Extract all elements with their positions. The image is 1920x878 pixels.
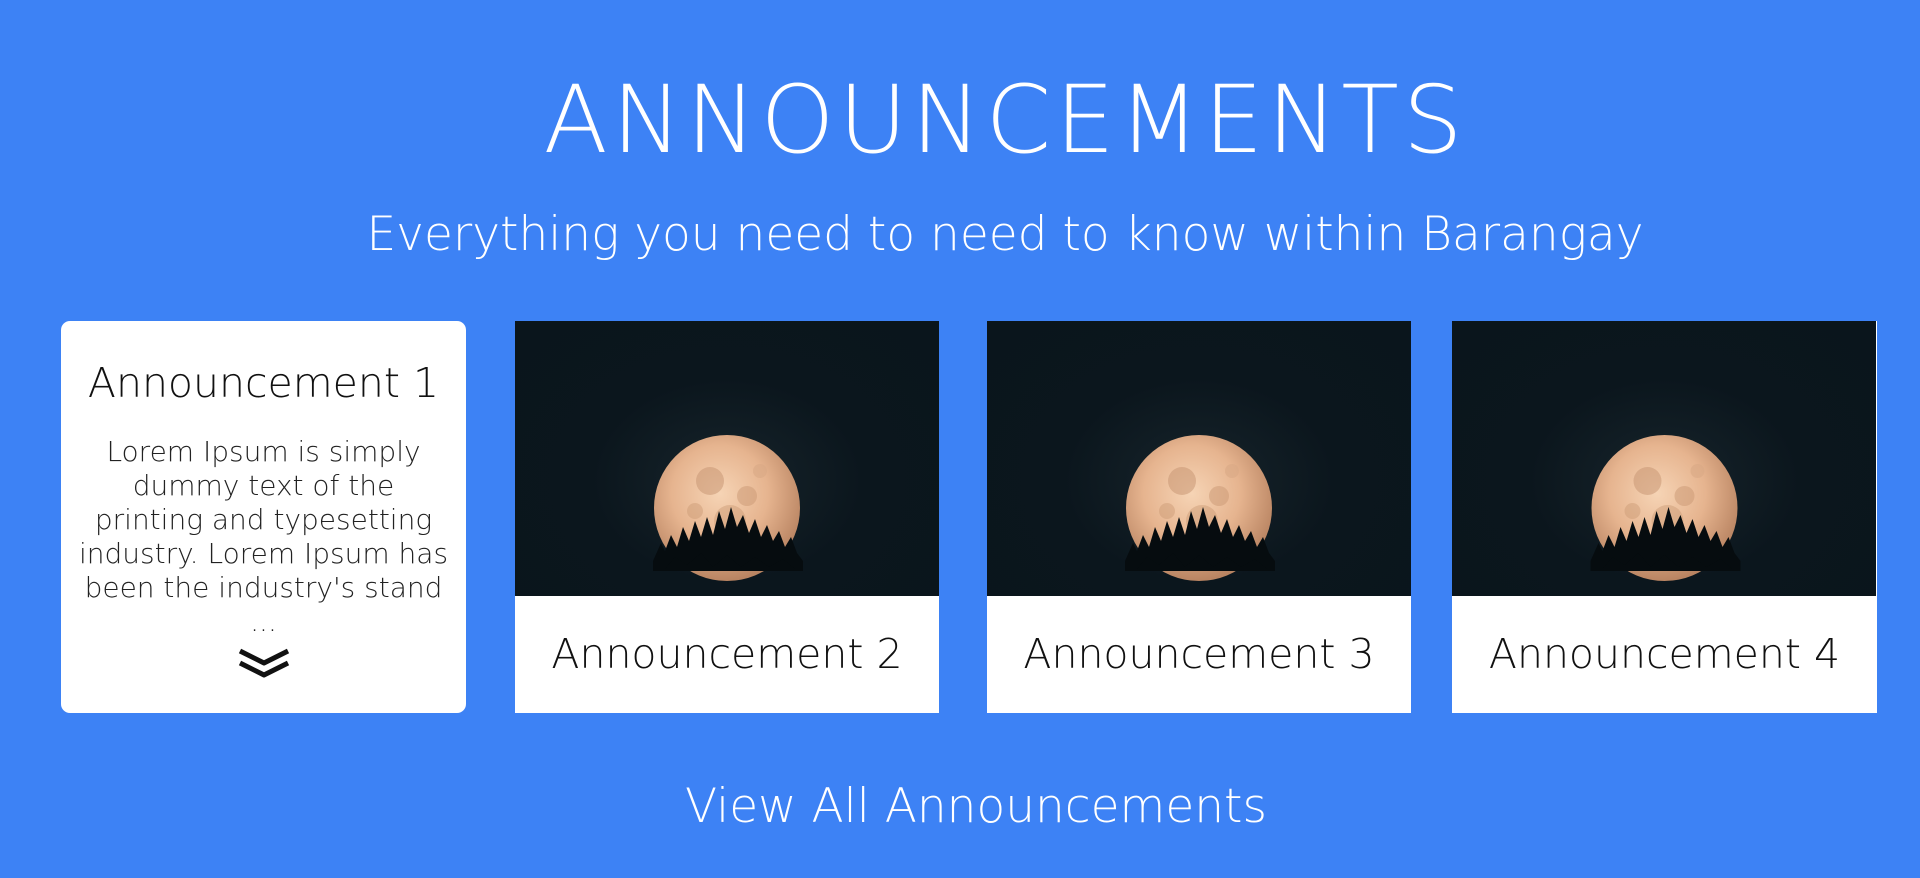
- moon-over-trees-image: [515, 321, 939, 596]
- page-title: ANNOUNCEMENTS: [543, 66, 1467, 175]
- announcement-card-1[interactable]: Announcement 1 Lorem Ipsum is simply dum…: [61, 321, 466, 713]
- view-all-announcements-link[interactable]: View All Announcements: [0, 775, 1920, 839]
- announcement-card-3[interactable]: Announcement 3: [987, 321, 1411, 713]
- announcement-title: Announcement 2: [551, 630, 903, 678]
- announcement-card-2[interactable]: Announcement 2: [515, 321, 939, 713]
- moon-over-trees-image: [1452, 321, 1876, 596]
- announcement-title: Announcement 3: [1023, 630, 1375, 678]
- announcement-title: Announcement 1: [87, 359, 440, 407]
- moon-over-trees-image: [987, 321, 1411, 596]
- announcement-title: Announcement 4: [1488, 630, 1841, 678]
- announcement-excerpt: Lorem Ipsum is simply dummy text of the …: [78, 435, 449, 638]
- page-subtitle: Everything you need to need to know with…: [366, 207, 1644, 262]
- double-chevron-down-icon[interactable]: [234, 643, 294, 683]
- announcement-card-4[interactable]: Announcement 4: [1452, 321, 1877, 713]
